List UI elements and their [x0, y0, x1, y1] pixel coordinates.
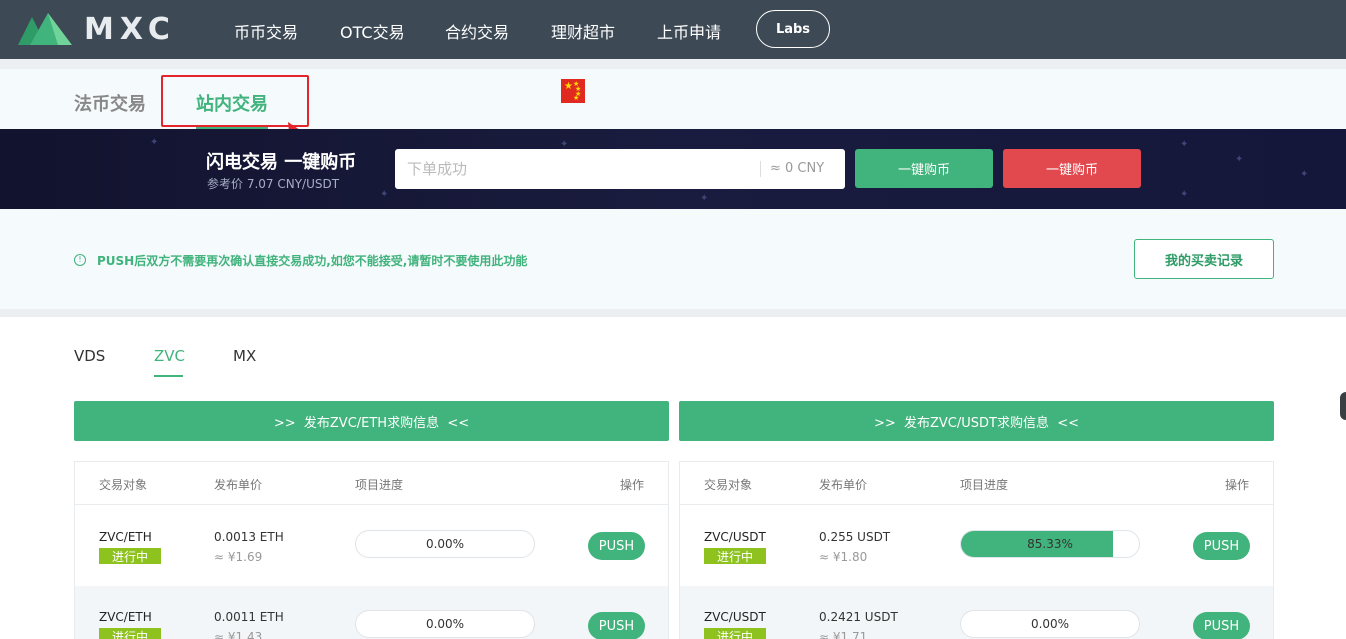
column-header-price: 发布单价	[819, 478, 868, 492]
logo-text: MXC	[84, 11, 176, 47]
push-notice-text: PUSH后双方不需要再次确认直接交易成功,如您不能接受,请暂时不要使用此功能	[97, 254, 528, 268]
tab-fiat-trade[interactable]: 法币交易	[74, 90, 146, 116]
reference-price: 参考价 7.07 CNY/USDT	[207, 177, 340, 191]
table-row: ZVC/USDT 进行中 0.255 USDT ≈ ¥1.80 85.33% P…	[680, 506, 1273, 586]
brand-logo[interactable]: MXC	[18, 10, 183, 48]
status-badge: 进行中	[99, 548, 161, 564]
publish-zvc-eth-button[interactable]: >> 发布ZVC/ETH求购信息 <<	[74, 401, 669, 441]
status-badge: 进行中	[704, 548, 766, 564]
push-button[interactable]: PUSH	[1193, 532, 1250, 560]
progress-bar: 0.00%	[355, 530, 535, 558]
unit-price: 0.2421 USDT	[819, 610, 898, 624]
push-notice-section: ! PUSH后双方不需要再次确认直接交易成功,如您不能接受,请暂时不要使用此功能…	[0, 209, 1346, 309]
column-header-progress: 项目进度	[355, 478, 404, 492]
nav-item-contract[interactable]: 合约交易	[445, 19, 509, 43]
cny-price: ≈ ¥1.80	[819, 550, 868, 564]
labs-button[interactable]: Labs	[756, 10, 830, 48]
column-header-progress: 项目进度	[960, 478, 1009, 492]
side-drawer-handle[interactable]	[1340, 392, 1346, 420]
zvc-usdt-table: 交易对象 发布单价 项目进度 操作 ZVC/USDT 进行中 0.255 USD…	[679, 461, 1274, 639]
nav-item-otc[interactable]: OTC交易	[340, 19, 405, 43]
push-button[interactable]: PUSH	[1193, 612, 1250, 639]
main-content: VDS ZVC MX >> 发布ZVC/ETH求购信息 << >> 发布ZVC/…	[0, 317, 1346, 639]
column-header-pair: 交易对象	[704, 478, 753, 492]
unit-price: 0.0011 ETH	[214, 610, 284, 624]
status-badge: 进行中	[99, 628, 161, 639]
my-trade-records-button[interactable]: 我的买卖记录	[1134, 239, 1274, 279]
flash-amount-input[interactable]	[407, 149, 747, 189]
push-button[interactable]: PUSH	[588, 612, 645, 639]
mxc-logo-icon	[18, 13, 72, 45]
progress-label: 85.33%	[1027, 537, 1073, 551]
column-header-pair: 交易对象	[99, 478, 148, 492]
push-button[interactable]: PUSH	[588, 532, 645, 560]
cny-price: ≈ ¥1.71	[819, 630, 868, 639]
one-click-sell-button[interactable]: 一键购币	[1003, 149, 1141, 188]
pair-name: ZVC/USDT	[704, 530, 766, 544]
china-flag-icon[interactable]: ★ ★ ★ ★ ★	[561, 79, 585, 103]
nav-item-listing[interactable]: 上币申请	[657, 19, 721, 43]
pair-name: ZVC/USDT	[704, 610, 766, 624]
one-click-buy-button[interactable]: 一键购币	[855, 149, 993, 188]
progress-bar: 0.00%	[355, 610, 535, 638]
unit-price: 0.255 USDT	[819, 530, 891, 544]
progress-bar: 85.33%	[960, 530, 1140, 558]
progress-label: 0.00%	[1030, 617, 1070, 631]
input-divider	[760, 161, 761, 177]
unit-price: 0.0013 ETH	[214, 530, 284, 544]
cny-price: ≈ ¥1.43	[214, 630, 263, 639]
column-header-action: 操作	[620, 478, 645, 492]
table-header: 交易对象 发布单价 项目进度 操作	[680, 462, 1273, 505]
flash-trade-banner: ✦ ✦ ✦ ✦ ✦ ✦ ✦ ✦ 闪电交易 一键购币 参考价 7.07 CNY/U…	[0, 129, 1346, 209]
cny-estimate: ≈ 0 CNY	[770, 161, 825, 176]
top-navbar: MXC 币币交易 OTC交易 合约交易 理财超市 上币申请 Labs	[0, 0, 1346, 59]
coin-tab-vds[interactable]: VDS	[74, 347, 105, 365]
progress-label: 0.00%	[425, 537, 465, 551]
pair-name: ZVC/ETH	[99, 610, 152, 624]
pair-name: ZVC/ETH	[99, 530, 152, 544]
nav-item-spot[interactable]: 币币交易	[234, 19, 298, 43]
publish-zvc-usdt-button[interactable]: >> 发布ZVC/USDT求购信息 <<	[679, 401, 1274, 441]
cny-price: ≈ ¥1.69	[214, 550, 263, 564]
column-header-price: 发布单价	[214, 478, 263, 492]
flash-trade-title: 闪电交易 一键购币	[206, 152, 357, 173]
table-row: ZVC/ETH 进行中 0.0013 ETH ≈ ¥1.69 0.00% PUS…	[75, 506, 668, 586]
info-icon: !	[74, 254, 86, 266]
table-header: 交易对象 发布单价 项目进度 操作	[75, 462, 668, 505]
column-header-action: 操作	[1225, 478, 1250, 492]
status-badge: 进行中	[704, 628, 766, 639]
coin-tab-indicator	[154, 375, 183, 377]
table-row: ZVC/USDT 进行中 0.2421 USDT ≈ ¥1.71 0.00% P…	[680, 586, 1273, 639]
nav-item-finance[interactable]: 理财超市	[551, 19, 615, 43]
progress-label: 0.00%	[425, 617, 465, 631]
zvc-eth-table: 交易对象 发布单价 项目进度 操作 ZVC/ETH 进行中 0.0013 ETH…	[74, 461, 669, 639]
coin-tab-zvc[interactable]: ZVC	[154, 347, 185, 365]
flash-amount-field[interactable]: ≈ 0 CNY	[395, 149, 845, 189]
table-row: ZVC/ETH 进行中 0.0011 ETH ≈ ¥1.43 0.00% PUS…	[75, 586, 668, 639]
coin-tab-mx[interactable]: MX	[233, 347, 256, 365]
progress-bar: 0.00%	[960, 610, 1140, 638]
